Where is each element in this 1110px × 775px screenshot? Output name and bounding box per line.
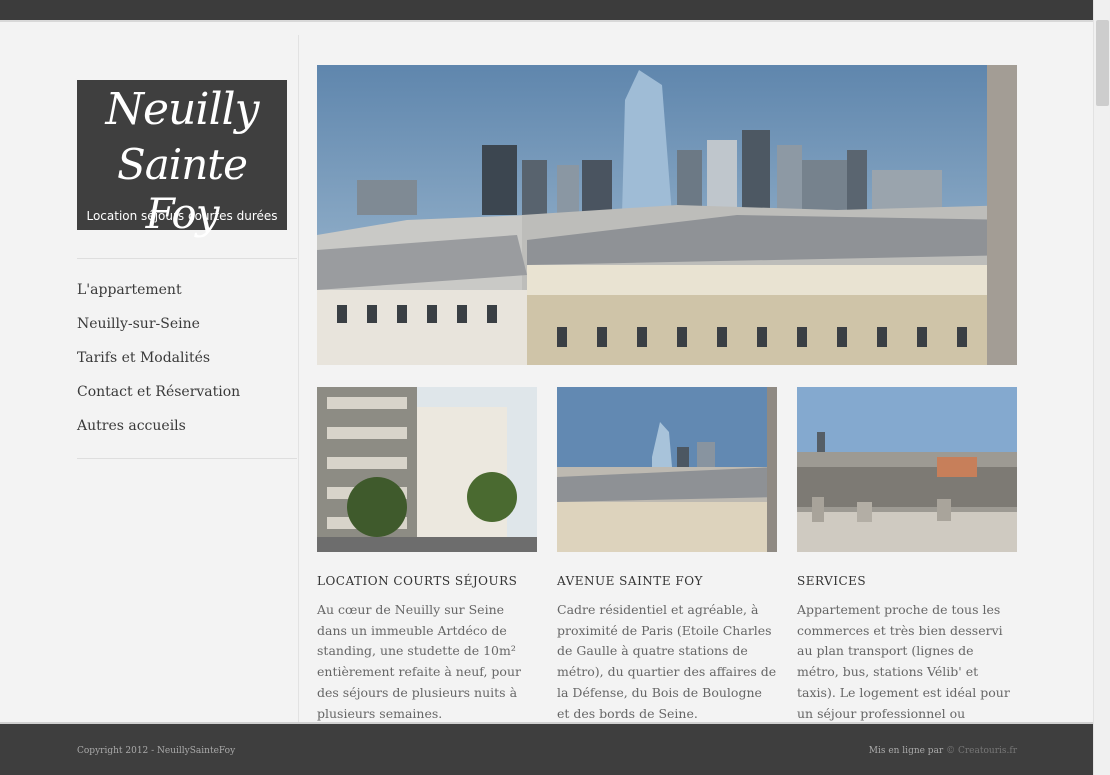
column-title-services: SERVICES xyxy=(797,574,867,588)
page-scrollbar[interactable] xyxy=(1093,0,1110,775)
credit-prefix: Mis en ligne par xyxy=(868,746,944,756)
thumbnail-location[interactable] xyxy=(317,387,537,552)
column-title-location: LOCATION COURTS SÉJOURS xyxy=(317,574,518,588)
credit-text: Mis en ligne par © Creatouris.fr xyxy=(869,746,1017,756)
main-nav: L'appartement Neuilly-sur-Seine Tarifs e… xyxy=(77,282,240,452)
site-logo[interactable]: Neuilly Sainte Foy Location séjours cour… xyxy=(77,80,287,238)
nav-item-autres[interactable]: Autres accueils xyxy=(77,418,240,452)
copyright-text: Copyright 2012 - NeuillySainteFoy xyxy=(77,746,236,756)
nav-item-neuilly[interactable]: Neuilly-sur-Seine xyxy=(77,316,240,350)
nav-item-contact[interactable]: Contact et Réservation xyxy=(77,384,240,418)
nav-item-appartement[interactable]: L'appartement xyxy=(77,282,240,316)
column-title-avenue: AVENUE SAINTE FOY xyxy=(557,574,703,588)
scrollbar-thumb[interactable] xyxy=(1096,20,1109,106)
credit-link[interactable]: © Creatouris.fr xyxy=(946,746,1017,756)
logo-tagline: Location séjours courtes durées xyxy=(86,209,278,223)
column-text-avenue: Cadre résidentiel et agréable, à proximi… xyxy=(557,602,777,721)
logo-title-line1: Neuilly xyxy=(105,84,260,135)
hero-image xyxy=(317,65,1017,365)
nav-item-tarifs[interactable]: Tarifs et Modalités xyxy=(77,350,240,384)
sidebar-divider xyxy=(298,35,299,725)
logo-title-line2: Sainte Foy xyxy=(116,140,248,238)
thumbnail-services[interactable] xyxy=(797,387,1017,552)
nav-divider-bottom xyxy=(77,458,297,459)
top-bar xyxy=(0,0,1093,20)
thumbnail-avenue[interactable] xyxy=(557,387,777,552)
top-bar-border xyxy=(0,20,1093,22)
nav-divider-top xyxy=(77,258,297,259)
footer: Copyright 2012 - NeuillySainteFoy Mis en… xyxy=(0,722,1093,775)
